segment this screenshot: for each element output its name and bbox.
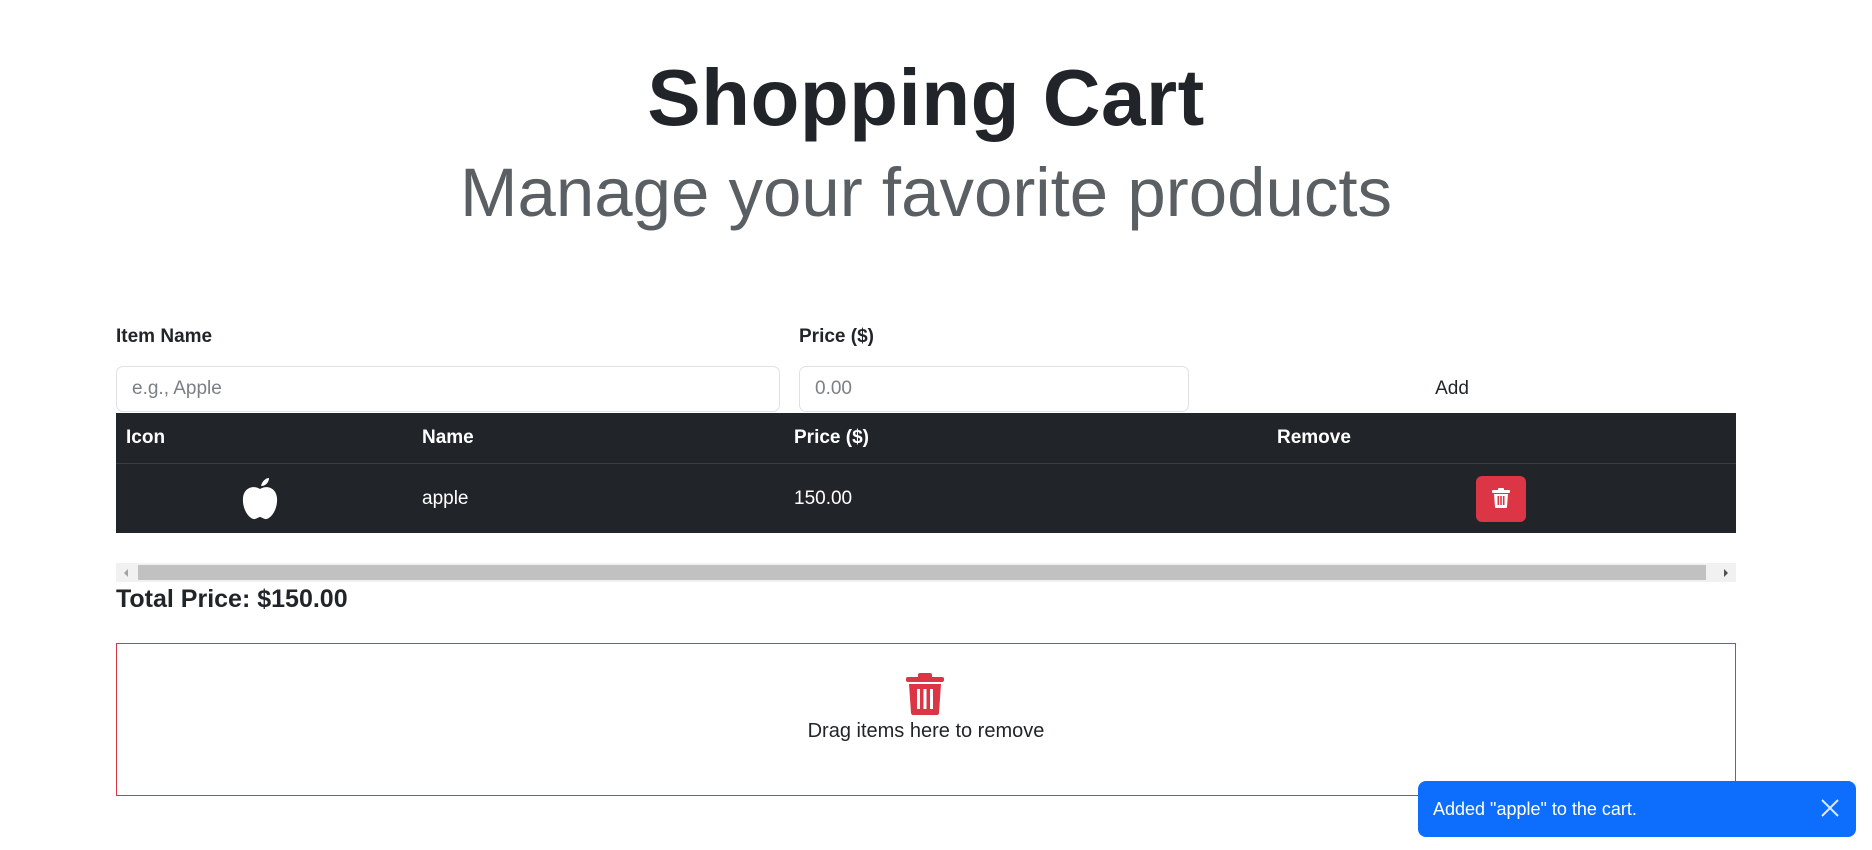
total-price: Total Price: $150.00 (116, 585, 348, 613)
remove-dropzone[interactable]: Drag items here to remove (116, 643, 1736, 796)
scrollbar-thumb[interactable] (138, 565, 1706, 580)
scroll-left-arrow-icon[interactable] (116, 563, 136, 582)
item-name-label: Item Name (116, 326, 213, 347)
price-label: Price ($) (799, 326, 874, 347)
dropzone-label: Drag items here to remove (807, 720, 1045, 742)
close-icon (1820, 798, 1840, 821)
page-subtitle: Manage your favorite products (459, 154, 1392, 231)
column-header-name: Name (422, 427, 474, 448)
trash-icon (1492, 487, 1510, 511)
item-name-input[interactable] (116, 366, 780, 412)
item-price-cell: 150.00 (794, 488, 853, 509)
toast-close-button[interactable] (1814, 793, 1846, 825)
item-name-cell: apple (422, 488, 469, 509)
table-header: Icon Name Price ($) Remove (116, 413, 1736, 464)
add-button[interactable]: Add (1302, 366, 1602, 412)
scroll-right-arrow-icon[interactable] (1716, 563, 1736, 582)
toast-notification: Added "apple" to the cart. (1418, 781, 1856, 837)
column-header-icon: Icon (126, 427, 166, 448)
remove-item-button[interactable] (1476, 476, 1526, 522)
page-title: Shopping Cart (647, 53, 1205, 142)
table-row[interactable]: apple 150.00 (116, 464, 1736, 533)
price-input[interactable] (799, 366, 1189, 412)
trash-icon (906, 673, 944, 715)
page: Shopping Cart Manage your favorite produ… (0, 0, 1872, 850)
add-item-form: Item Name Price ($) Add (116, 326, 1736, 414)
horizontal-scrollbar[interactable] (116, 563, 1736, 582)
apple-icon (240, 478, 280, 520)
cart-table: Icon Name Price ($) Remove apple 150.00 (116, 413, 1736, 533)
column-header-remove: Remove (1277, 427, 1351, 448)
column-header-price: Price ($) (794, 427, 869, 448)
toast-message: Added "apple" to the cart. (1433, 799, 1637, 819)
page-header: Shopping Cart Manage your favorite produ… (0, 52, 1852, 238)
